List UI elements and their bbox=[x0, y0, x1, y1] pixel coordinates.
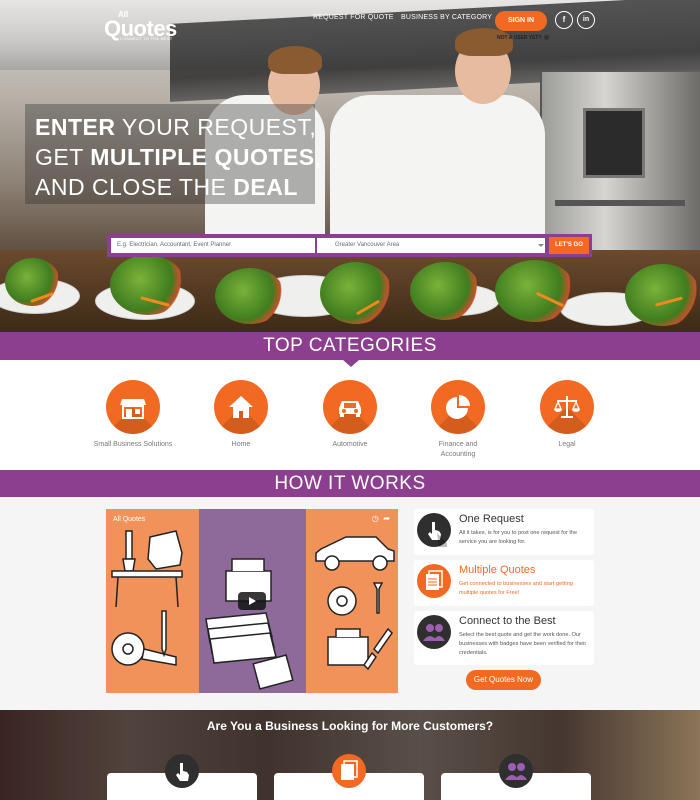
storefront-icon bbox=[120, 399, 146, 419]
scales-icon bbox=[554, 396, 580, 418]
step-description: Get connected to businesses and start ge… bbox=[459, 581, 573, 596]
step-icon-circle bbox=[417, 615, 451, 649]
category-label[interactable]: Automotive bbox=[310, 440, 390, 450]
headline-line2-pre: GET bbox=[35, 144, 91, 170]
salad bbox=[495, 260, 575, 322]
pie-chart-icon bbox=[446, 395, 470, 419]
nav-request-for-quote[interactable]: REQUEST FOR QUOTE bbox=[313, 14, 394, 21]
headline-line1-bold: ENTER bbox=[35, 114, 116, 140]
documents-icon bbox=[426, 570, 443, 590]
users-icon bbox=[505, 763, 527, 780]
not-a-user-text: NOT A USER YET? bbox=[497, 35, 542, 41]
step-multiple-quotes: Multiple Quotes Get connected to busines… bbox=[414, 560, 594, 606]
how-it-works-heading: HOW IT WORKS bbox=[0, 470, 700, 497]
step-title: Connect to the Best bbox=[459, 615, 556, 627]
category-label[interactable]: Legal bbox=[527, 440, 607, 450]
not-a-user-link[interactable]: NOT A USER YET? bbox=[497, 35, 549, 41]
chef-right-hair bbox=[455, 28, 513, 56]
headline-line2-post: , bbox=[314, 144, 322, 170]
get-quotes-now-button[interactable]: Get Quotes Now bbox=[466, 670, 541, 690]
category-label[interactable]: Small Business Solutions bbox=[93, 440, 173, 450]
chef-left-hair bbox=[268, 46, 322, 74]
sign-in-button[interactable]: SIGN IN bbox=[495, 11, 547, 31]
step-title: Multiple Quotes bbox=[459, 564, 536, 576]
oven-handle bbox=[555, 200, 685, 206]
category-small-business[interactable] bbox=[106, 380, 160, 434]
salad bbox=[625, 264, 700, 326]
step-description: Select the best quote and get the work d… bbox=[459, 632, 587, 656]
location-select[interactable]: Greater Vancouver Area bbox=[317, 238, 545, 253]
hand-pointer-icon bbox=[428, 522, 447, 547]
headline-line3-pre: AND CLOSE THE bbox=[35, 174, 234, 200]
arrow-circle-icon bbox=[543, 35, 549, 41]
category-legal[interactable] bbox=[540, 380, 594, 434]
category-automotive[interactable] bbox=[323, 380, 377, 434]
video-title: All Quotes bbox=[113, 516, 146, 523]
salad bbox=[215, 268, 285, 324]
linkedin-icon[interactable]: in bbox=[577, 11, 595, 29]
users-icon bbox=[423, 624, 445, 641]
logo-tagline: CONNECT TO THE BEST bbox=[120, 36, 173, 41]
business-icon-circle bbox=[165, 754, 199, 788]
service-search-input[interactable]: E.g. Electrician, Accountant, Event Plan… bbox=[111, 238, 315, 253]
category-label[interactable]: Finance and Accounting bbox=[418, 440, 498, 460]
play-button[interactable] bbox=[238, 592, 266, 610]
category-label[interactable]: Home bbox=[201, 440, 281, 450]
share-icon[interactable]: ➦ bbox=[383, 514, 390, 523]
documents-icon bbox=[341, 760, 358, 780]
business-icon-circle bbox=[332, 754, 366, 788]
heading-pointer bbox=[343, 360, 359, 367]
search-bar: E.g. Electrician, Accountant, Event Plan… bbox=[107, 234, 592, 257]
home-icon bbox=[229, 396, 253, 418]
step-icon-circle bbox=[417, 564, 451, 598]
headline-line1-rest: YOUR REQUEST, bbox=[115, 114, 317, 140]
video-controls: ◷ ➦ bbox=[372, 514, 390, 523]
top-categories-heading: TOP CATEGORIES bbox=[0, 332, 700, 360]
business-icon-circle bbox=[499, 754, 533, 788]
step-icon-circle bbox=[417, 513, 451, 547]
facebook-icon[interactable]: f bbox=[555, 11, 573, 29]
oven-window bbox=[583, 108, 645, 178]
hero-headline: ENTER YOUR REQUEST, GET MULTIPLE QUOTES,… bbox=[35, 112, 335, 202]
headline-line3-bold: DEAL bbox=[233, 174, 298, 200]
category-home[interactable] bbox=[214, 380, 268, 434]
step-description: All it takes, is for you to post one req… bbox=[459, 530, 578, 545]
salad bbox=[110, 255, 185, 315]
hand-pointer-icon bbox=[176, 763, 189, 781]
step-connect-best: Connect to the Best Select the best quot… bbox=[414, 611, 594, 665]
category-finance[interactable] bbox=[431, 380, 485, 434]
clock-icon[interactable]: ◷ bbox=[372, 514, 379, 523]
salad bbox=[320, 262, 392, 324]
step-title: One Request bbox=[459, 513, 524, 525]
business-section-title: Are You a Business Looking for More Cust… bbox=[206, 719, 494, 733]
chevron-down-icon bbox=[538, 244, 544, 247]
step-one-request: One Request All it takes, is for you to … bbox=[414, 509, 594, 555]
salad bbox=[410, 262, 480, 320]
nav-business-by-category[interactable]: BUSINESS BY CATEGORY bbox=[401, 14, 492, 21]
car-icon bbox=[339, 401, 361, 417]
lets-go-button[interactable]: LET'S GO bbox=[549, 237, 589, 254]
headline-line2-bold: MULTIPLE QUOTES bbox=[90, 144, 315, 170]
